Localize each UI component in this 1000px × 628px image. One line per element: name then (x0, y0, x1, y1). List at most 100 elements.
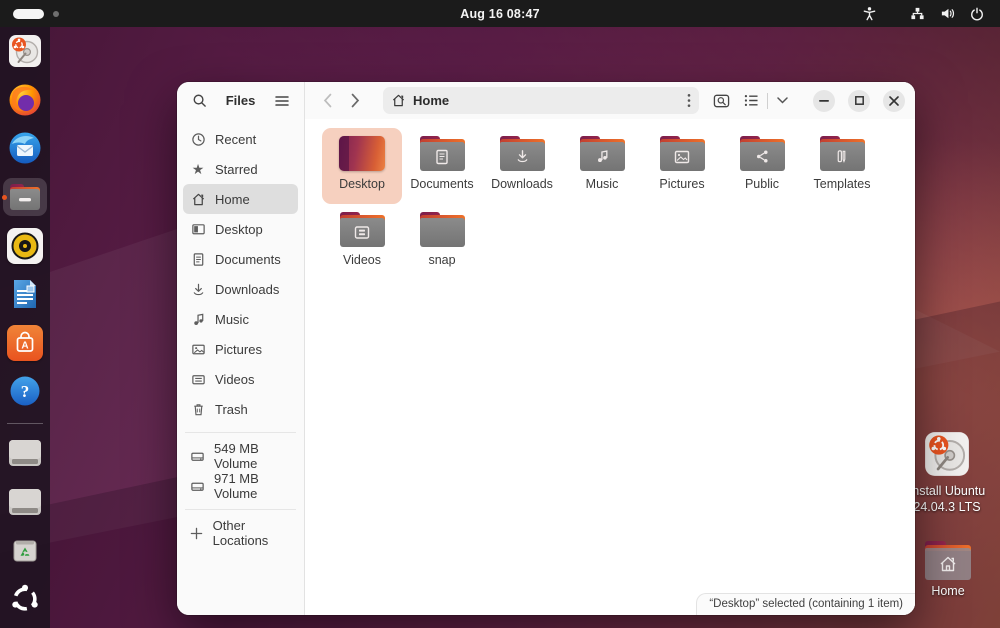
home-icon (190, 192, 206, 207)
files-window: Files Recent ★ Starred Home Desktop Docu… (177, 82, 915, 615)
dock-item-libreoffice-writer[interactable] (3, 275, 47, 314)
file-item-documents[interactable]: Documents (402, 128, 482, 204)
accessibility-icon[interactable] (856, 3, 882, 25)
sidebar-item-label: Downloads (215, 281, 280, 297)
sidebar-item-other-locations[interactable]: Other Locations (183, 518, 298, 548)
dock-item-volume-549[interactable] (3, 434, 47, 473)
folder-icon (419, 212, 465, 247)
sidebar-item-label: Recent (215, 131, 257, 147)
dock-item-thunderbird[interactable] (3, 129, 47, 168)
file-item-label: Desktop (339, 177, 385, 191)
film-icon (190, 372, 206, 387)
desktop-icon-installer[interactable]: Install Ubuntu 24.04.3 LTS (907, 428, 987, 515)
file-item-label: Documents (410, 177, 474, 191)
search-folder-button[interactable] (707, 88, 735, 114)
file-item-pictures[interactable]: Pictures (642, 128, 722, 204)
search-button[interactable] (186, 88, 212, 114)
file-item-label: Templates (813, 177, 871, 191)
file-item-label: Videos (343, 253, 381, 267)
folder-icon (419, 136, 465, 171)
sidebar-item-music[interactable]: Music (183, 304, 298, 334)
film-glyph (354, 226, 370, 239)
download-glyph (517, 150, 527, 163)
top-bar: Aug 16 08:47 (0, 0, 1000, 27)
path-bar[interactable]: Home (383, 87, 699, 114)
sidebar-item-volume-549[interactable]: 549 MB Volume (183, 441, 298, 471)
desktop-icon-label: Install Ubuntu 24.04.3 LTS (908, 484, 986, 514)
sidebar-item-desktop[interactable]: Desktop (183, 214, 298, 244)
clock[interactable]: Aug 16 08:47 (0, 7, 1000, 21)
firefox-icon (7, 82, 43, 118)
sidebar-item-videos[interactable]: Videos (183, 364, 298, 394)
trash-icon (190, 402, 206, 417)
template-glyph (837, 150, 846, 164)
hamburger-menu-button[interactable] (269, 88, 295, 114)
sidebar-item-starred[interactable]: ★ Starred (183, 154, 298, 184)
sidebar-item-documents[interactable]: Documents (183, 244, 298, 274)
drive-icon (190, 479, 205, 494)
sidebar-item-label: Starred (215, 161, 258, 177)
files-icon (10, 184, 40, 211)
file-grid-area[interactable]: Desktop Documents Downloads Music Pictur… (305, 119, 915, 615)
system-tray[interactable] (856, 0, 990, 27)
file-item-downloads[interactable]: Downloads (482, 128, 562, 204)
sidebar-item-recent[interactable]: Recent (183, 124, 298, 154)
file-item-videos[interactable]: Videos (322, 204, 402, 280)
dock: A ? (0, 27, 50, 628)
back-button[interactable] (315, 88, 339, 114)
dock-item-firefox[interactable] (3, 81, 47, 120)
path-label: Home (413, 93, 450, 108)
maximize-button[interactable] (848, 89, 870, 112)
sidebar-item-volume-971[interactable]: 971 MB Volume (183, 471, 298, 501)
image-icon (190, 342, 206, 357)
file-item-snap[interactable]: snap (402, 204, 482, 280)
volume-icon[interactable] (934, 3, 960, 25)
dock-item-ubuntu-desktop[interactable] (3, 580, 47, 619)
view-options-chevron[interactable] (772, 88, 792, 114)
file-item-desktop[interactable]: Desktop (322, 128, 402, 204)
svg-text:A: A (21, 340, 28, 351)
main-pane: Home Desktop Documents Downloads Music P… (305, 82, 915, 615)
sidebar-header: Files (177, 82, 304, 119)
desktop-icon-home[interactable]: Home (917, 541, 979, 600)
close-button[interactable] (883, 89, 905, 112)
image-glyph (674, 150, 690, 163)
forward-button[interactable] (343, 88, 367, 114)
download-icon (190, 282, 206, 297)
window-title: Files (225, 93, 256, 108)
dock-item-ubuntu-installer[interactable] (3, 32, 47, 71)
ubuntu-logo-icon (8, 582, 42, 616)
dock-item-app-center[interactable]: A (3, 324, 47, 363)
document-glyph (436, 149, 448, 164)
dock-item-rhythmbox[interactable] (3, 226, 47, 265)
sidebar-item-trash[interactable]: Trash (183, 394, 298, 424)
file-grid: Desktop Documents Downloads Music Pictur… (322, 128, 892, 280)
minimize-button[interactable] (813, 89, 835, 112)
list-view-button[interactable] (739, 88, 763, 114)
sidebar-item-label: Videos (215, 371, 255, 387)
network-icon[interactable] (904, 3, 930, 25)
file-item-templates[interactable]: Templates (802, 128, 882, 204)
sidebar-item-label: Desktop (215, 221, 263, 237)
kebab-menu-icon[interactable] (687, 93, 691, 108)
folder-icon (659, 136, 705, 171)
sidebar-item-downloads[interactable]: Downloads (183, 274, 298, 304)
view-toggle-group (739, 88, 792, 114)
sidebar-item-label: Other Locations (212, 518, 269, 548)
file-item-public[interactable]: Public (722, 128, 802, 204)
dock-item-files[interactable] (2, 177, 47, 217)
file-item-music[interactable]: Music (562, 128, 642, 204)
star-icon: ★ (191, 161, 205, 177)
power-icon[interactable] (964, 3, 990, 25)
divider (767, 92, 768, 109)
drive-icon (7, 437, 43, 469)
sidebar-item-pictures[interactable]: Pictures (183, 334, 298, 364)
svg-text:?: ? (21, 382, 30, 401)
dock-item-help[interactable]: ? (3, 372, 47, 411)
trash-icon (10, 535, 40, 565)
drive-icon (190, 449, 205, 464)
sidebar-item-home[interactable]: Home (183, 184, 298, 214)
dock-item-volume-971[interactable] (3, 482, 47, 521)
file-item-label: Downloads (491, 177, 553, 191)
dock-item-trash[interactable] (3, 531, 47, 570)
